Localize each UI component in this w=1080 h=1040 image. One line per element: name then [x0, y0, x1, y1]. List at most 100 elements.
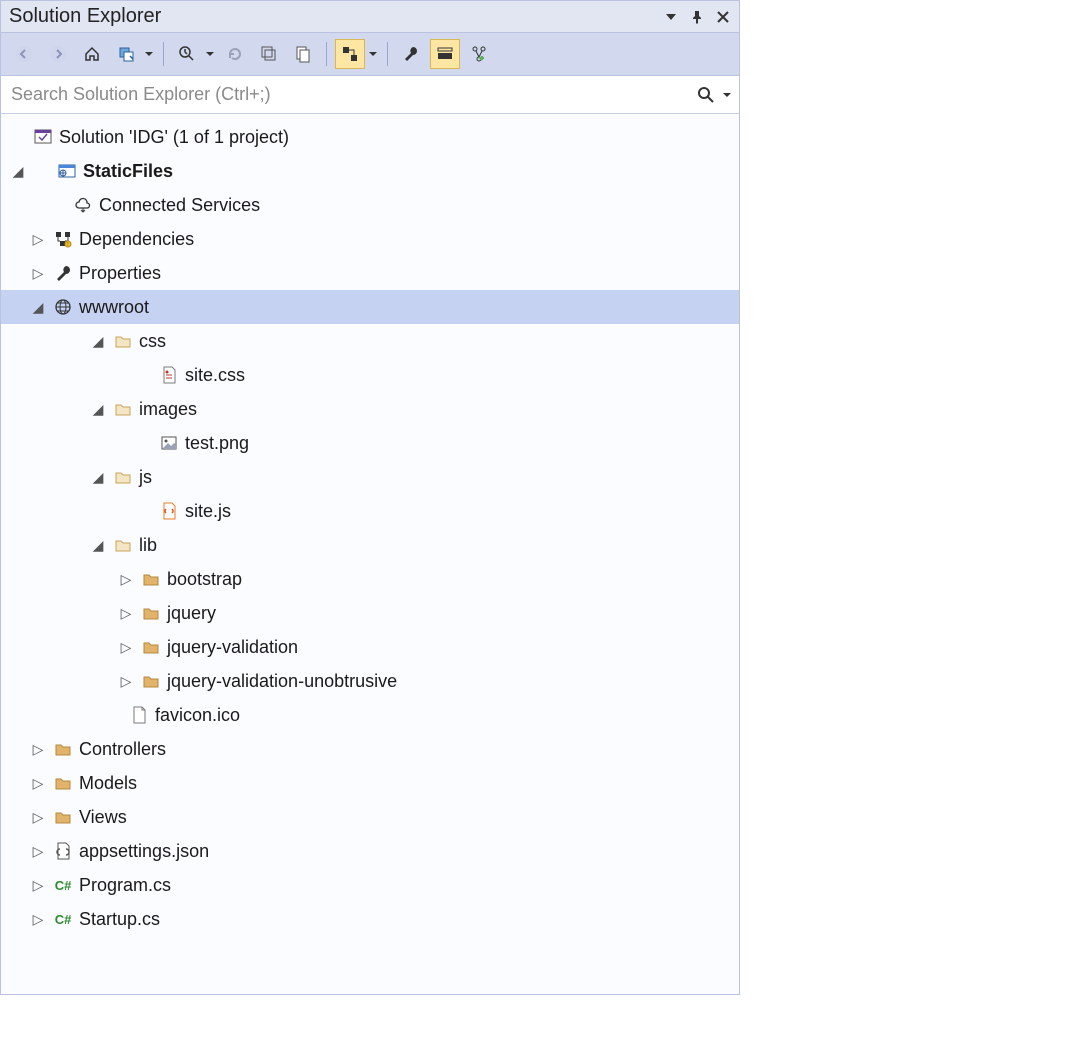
node-label: Startup.cs — [79, 909, 160, 930]
globe-icon — [53, 297, 73, 317]
properties-node[interactable]: ▷ Properties — [1, 256, 739, 290]
node-label: appsettings.json — [79, 841, 209, 862]
site-js-node[interactable]: site.js — [1, 494, 739, 528]
back-button[interactable] — [9, 39, 39, 69]
expand-arrow-icon[interactable]: ▷ — [117, 605, 135, 622]
csharp-file-icon: C# — [53, 909, 73, 929]
expand-arrow-icon[interactable]: ▷ — [29, 231, 47, 248]
lib-folder-node[interactable]: ◢ lib — [1, 528, 739, 562]
site-css-node[interactable]: site.css — [1, 358, 739, 392]
folder-open-icon — [113, 331, 133, 351]
expand-arrow-icon[interactable]: ▷ — [117, 673, 135, 690]
dependencies-node[interactable]: ▷ ! Dependencies — [1, 222, 739, 256]
jquery-validation-folder-node[interactable]: ▷ jquery-validation — [1, 630, 739, 664]
css-file-icon — [159, 365, 179, 385]
expand-arrow-icon[interactable]: ▷ — [117, 571, 135, 588]
project-node[interactable]: ◢ StaticFiles — [1, 154, 739, 188]
node-label: Properties — [79, 263, 161, 284]
pending-dropdown-icon[interactable] — [206, 50, 216, 58]
folder-icon — [141, 603, 161, 623]
expand-arrow-open-icon[interactable]: ◢ — [89, 537, 107, 554]
node-label: Dependencies — [79, 229, 194, 250]
node-label: bootstrap — [167, 569, 242, 590]
preview-button[interactable] — [430, 39, 460, 69]
models-folder-node[interactable]: ▷ Models — [1, 766, 739, 800]
expand-arrow-open-icon[interactable]: ◢ — [29, 299, 47, 316]
web-project-icon — [57, 161, 77, 181]
expand-arrow-icon[interactable]: ▷ — [29, 809, 47, 826]
scope-button[interactable] — [335, 39, 365, 69]
pin-icon[interactable] — [689, 9, 705, 25]
wwwroot-node[interactable]: ◢ wwwroot — [1, 290, 739, 324]
jquery-folder-node[interactable]: ▷ jquery — [1, 596, 739, 630]
connected-services-node[interactable]: Connected Services — [1, 188, 739, 222]
controllers-folder-node[interactable]: ▷ Controllers — [1, 732, 739, 766]
expand-arrow-open-icon[interactable]: ◢ — [89, 469, 107, 486]
expand-arrow-open-icon[interactable]: ◢ — [89, 333, 107, 350]
wrench-icon — [53, 263, 73, 283]
expand-arrow-icon[interactable]: ▷ — [29, 775, 47, 792]
expand-arrow-icon[interactable]: ▷ — [117, 639, 135, 656]
toolbar-separator — [163, 42, 164, 66]
refresh-button[interactable] — [220, 39, 250, 69]
folder-open-icon — [113, 467, 133, 487]
json-file-icon — [53, 841, 73, 861]
titlebar: Solution Explorer — [1, 1, 739, 33]
sync-button[interactable] — [111, 39, 141, 69]
search-input[interactable] — [1, 76, 689, 113]
startup-cs-node[interactable]: ▷ C# Startup.cs — [1, 902, 739, 936]
views-folder-node[interactable]: ▷ Views — [1, 800, 739, 834]
dependencies-icon: ! — [53, 229, 73, 249]
node-label: wwwroot — [79, 297, 149, 318]
titlebar-controls — [663, 9, 731, 25]
panel-title: Solution Explorer — [9, 5, 663, 28]
node-label: test.png — [185, 433, 249, 454]
home-button[interactable] — [77, 39, 107, 69]
collapse-all-button[interactable] — [254, 39, 284, 69]
expand-arrow-icon[interactable]: ▷ — [29, 265, 47, 282]
expand-arrow-open-icon[interactable]: ◢ — [9, 163, 27, 180]
class-view-button[interactable] — [464, 39, 494, 69]
jquery-validation-unobtrusive-folder-node[interactable]: ▷ jquery-validation-unobtrusive — [1, 664, 739, 698]
node-label: site.js — [185, 501, 231, 522]
node-label: images — [139, 399, 197, 420]
js-folder-node[interactable]: ◢ js — [1, 460, 739, 494]
properties-button[interactable] — [396, 39, 426, 69]
folder-icon — [53, 807, 73, 827]
favicon-node[interactable]: favicon.ico — [1, 698, 739, 732]
node-label: css — [139, 331, 166, 352]
toolbar-separator — [387, 42, 388, 66]
forward-button[interactable] — [43, 39, 73, 69]
expand-arrow-icon[interactable]: ▷ — [29, 843, 47, 860]
node-label: js — [139, 467, 152, 488]
program-cs-node[interactable]: ▷ C# Program.cs — [1, 868, 739, 902]
css-folder-node[interactable]: ◢ css — [1, 324, 739, 358]
search-icon[interactable] — [689, 86, 723, 104]
appsettings-node[interactable]: ▷ appsettings.json — [1, 834, 739, 868]
scope-dropdown-icon[interactable] — [369, 50, 379, 58]
folder-icon — [141, 569, 161, 589]
solution-node[interactable]: Solution 'IDG' (1 of 1 project) — [1, 120, 739, 154]
expand-arrow-icon[interactable]: ▷ — [29, 877, 47, 894]
cloud-icon — [73, 195, 93, 215]
expand-arrow-icon[interactable]: ▷ — [29, 911, 47, 928]
window-position-dropdown-icon[interactable] — [663, 9, 679, 25]
close-icon[interactable] — [715, 9, 731, 25]
images-folder-node[interactable]: ◢ images — [1, 392, 739, 426]
test-png-node[interactable]: test.png — [1, 426, 739, 460]
expand-arrow-open-icon[interactable]: ◢ — [89, 401, 107, 418]
node-label: StaticFiles — [83, 161, 173, 182]
show-all-files-button[interactable] — [288, 39, 318, 69]
image-file-icon — [159, 433, 179, 453]
solution-icon — [33, 127, 53, 147]
folder-open-icon — [113, 535, 133, 555]
sync-dropdown-icon[interactable] — [145, 50, 155, 58]
pending-changes-button[interactable] — [172, 39, 202, 69]
folder-icon — [141, 637, 161, 657]
expand-arrow-icon[interactable]: ▷ — [29, 741, 47, 758]
node-label: Views — [79, 807, 127, 828]
search-dropdown-icon[interactable] — [723, 91, 739, 99]
node-label: Solution 'IDG' (1 of 1 project) — [59, 127, 289, 148]
bootstrap-folder-node[interactable]: ▷ bootstrap — [1, 562, 739, 596]
node-label: lib — [139, 535, 157, 556]
